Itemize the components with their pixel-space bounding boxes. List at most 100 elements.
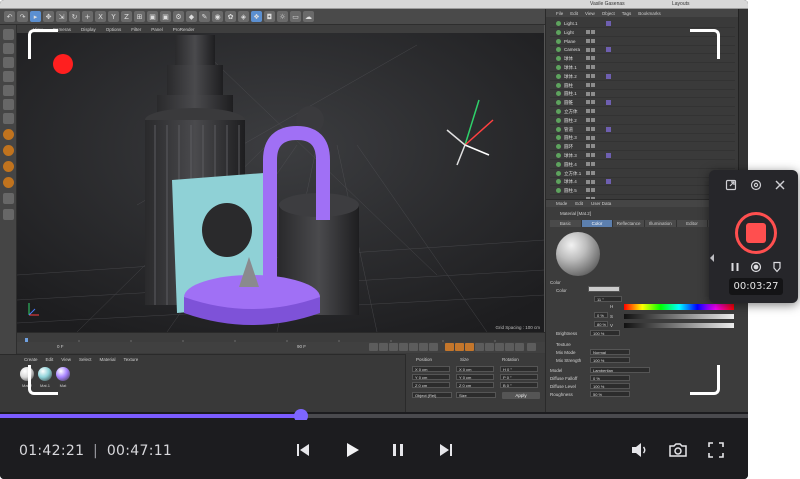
keyframe-selection-icon[interactable] xyxy=(465,343,474,351)
object-row[interactable]: 圆柱.5 xyxy=(550,187,735,202)
material-swatch[interactable] xyxy=(56,367,70,381)
array-icon[interactable]: ✿ xyxy=(225,11,236,22)
expand-icon[interactable] xyxy=(725,178,737,191)
model-select[interactable]: Lambertian xyxy=(590,367,650,373)
pos-y-field[interactable]: Y 0 cm xyxy=(412,374,450,380)
obj-menu-bookmarks[interactable]: Bookmarks xyxy=(638,11,661,16)
param-key-icon[interactable] xyxy=(505,343,514,351)
snap-icon[interactable] xyxy=(3,129,14,140)
visibility-toggle-icon[interactable] xyxy=(586,171,600,184)
brightness-field[interactable]: 100 % xyxy=(590,330,620,336)
play-forward-icon[interactable] xyxy=(399,343,408,351)
autokey-icon[interactable] xyxy=(455,343,464,351)
workplane-icon[interactable] xyxy=(3,71,14,82)
size-z-field[interactable]: Z 0 cm xyxy=(456,382,494,388)
camera-object-icon[interactable]: ◘ xyxy=(264,11,275,22)
saturation-slider[interactable] xyxy=(624,314,734,319)
tab-illumination[interactable]: Illumination xyxy=(645,220,677,227)
coord-mode-select[interactable]: Object (Rel) xyxy=(412,392,452,398)
stop-recording-button[interactable] xyxy=(735,212,777,254)
screenshot-icon[interactable] xyxy=(750,260,762,273)
mat-menu-edit[interactable]: Edit xyxy=(46,357,54,362)
vp-menu-prorender[interactable]: ProRender xyxy=(173,27,195,32)
rotation-key-icon[interactable] xyxy=(495,343,504,351)
solo-mode-icon[interactable] xyxy=(3,177,14,188)
visibility-toggle-icon[interactable] xyxy=(586,21,600,34)
skip-forward-icon[interactable] xyxy=(434,438,458,462)
record-key-icon[interactable] xyxy=(445,343,454,351)
visibility-toggle-icon[interactable] xyxy=(586,91,600,105)
sky-icon[interactable]: ☁ xyxy=(303,11,314,22)
diffuse-level-field[interactable]: 100 % xyxy=(590,383,630,389)
timeline-menu-icon[interactable] xyxy=(527,343,536,351)
x-axis-icon[interactable]: X xyxy=(95,11,106,22)
object-row[interactable]: 球体.3 xyxy=(550,152,735,166)
rot-b-field[interactable]: B 0 ° xyxy=(500,382,538,388)
size-x-field[interactable]: X 0 cm xyxy=(456,366,494,372)
object-row[interactable]: 圆柱 xyxy=(550,82,735,96)
render-settings-icon[interactable]: ⚙ xyxy=(173,11,184,22)
attr-menu-userdata[interactable]: User Data xyxy=(591,201,611,206)
render-view-icon[interactable]: ▣ xyxy=(147,11,158,22)
3d-viewport[interactable]: View Cameras Display Options Filter Pane… xyxy=(17,25,545,332)
position-key-icon[interactable] xyxy=(475,343,484,351)
play-icon[interactable] xyxy=(340,438,364,462)
vp-menu-display[interactable]: Display xyxy=(81,27,96,32)
object-row[interactable]: 圆柱.4 xyxy=(550,161,735,175)
environment-icon[interactable]: ❖ xyxy=(251,11,262,22)
object-row[interactable]: 圆环 xyxy=(550,143,735,158)
render-picture-icon[interactable]: ▣ xyxy=(160,11,171,22)
goto-end-icon[interactable] xyxy=(429,343,438,351)
object-row[interactable]: 球体.2 xyxy=(550,73,735,87)
visibility-toggle-icon[interactable] xyxy=(586,118,600,131)
pause-icon[interactable] xyxy=(386,438,410,462)
v-field[interactable]: 80 % xyxy=(594,321,608,327)
goto-start-icon[interactable] xyxy=(369,343,378,351)
mat-menu-select[interactable]: Select xyxy=(79,357,92,362)
deformer-icon[interactable]: ◈ xyxy=(238,11,249,22)
enable-axis-icon[interactable] xyxy=(3,193,14,204)
object-row[interactable]: 圆锥 xyxy=(550,99,735,114)
make-editable-icon[interactable] xyxy=(3,29,14,40)
rot-h-field[interactable]: H 0 ° xyxy=(500,366,538,372)
object-row[interactable]: 球体.4 xyxy=(550,178,735,193)
undo-tool-icon[interactable]: ↶ xyxy=(4,11,15,22)
redo-tool-icon[interactable]: ↷ xyxy=(17,11,28,22)
object-row[interactable]: 圆柱.1 xyxy=(550,90,735,105)
material-tag-icon[interactable] xyxy=(606,100,611,106)
visibility-toggle-icon[interactable] xyxy=(586,47,600,61)
visibility-toggle-icon[interactable] xyxy=(586,109,600,122)
prev-frame-icon[interactable] xyxy=(389,343,398,351)
object-row[interactable]: 管道 xyxy=(550,126,735,140)
volume-icon[interactable] xyxy=(628,438,652,462)
visibility-toggle-icon[interactable] xyxy=(586,144,600,158)
value-slider[interactable] xyxy=(624,323,734,328)
object-row[interactable]: 球体.1 xyxy=(550,64,735,78)
y-axis-icon[interactable]: Y xyxy=(108,11,119,22)
visibility-toggle-icon[interactable] xyxy=(586,39,600,52)
edges-mode-icon[interactable] xyxy=(3,99,14,110)
pause-icon[interactable] xyxy=(729,260,741,272)
settings-icon[interactable] xyxy=(750,178,762,191)
size-mode-select[interactable]: Size xyxy=(456,392,496,398)
annotate-icon[interactable] xyxy=(771,260,783,273)
mix-strength-field[interactable]: 100 % xyxy=(590,357,630,363)
scale-tool-icon[interactable]: ⇲ xyxy=(56,11,67,22)
visibility-toggle-icon[interactable] xyxy=(586,127,600,140)
material-tag-icon[interactable] xyxy=(606,73,611,79)
tab-editor[interactable]: Editor xyxy=(676,220,709,227)
tab-basic[interactable]: Basic xyxy=(550,220,582,227)
visibility-toggle-icon[interactable] xyxy=(586,153,600,166)
obj-menu-tags[interactable]: Tags xyxy=(622,11,632,16)
floor-icon[interactable]: ▭ xyxy=(290,11,301,22)
material-tag-icon[interactable] xyxy=(606,153,611,158)
visibility-toggle-icon[interactable] xyxy=(586,65,600,78)
fullscreen-icon[interactable] xyxy=(704,438,728,462)
pos-z-field[interactable]: Z 0 cm xyxy=(412,382,450,388)
polygons-mode-icon[interactable] xyxy=(3,113,14,124)
tweak-mode-icon[interactable] xyxy=(3,161,14,172)
roughness-field[interactable]: 50 % xyxy=(590,391,630,397)
material-tag-icon[interactable] xyxy=(606,179,611,185)
material-tag-icon[interactable] xyxy=(606,47,611,53)
color-swatch[interactable] xyxy=(588,286,620,292)
